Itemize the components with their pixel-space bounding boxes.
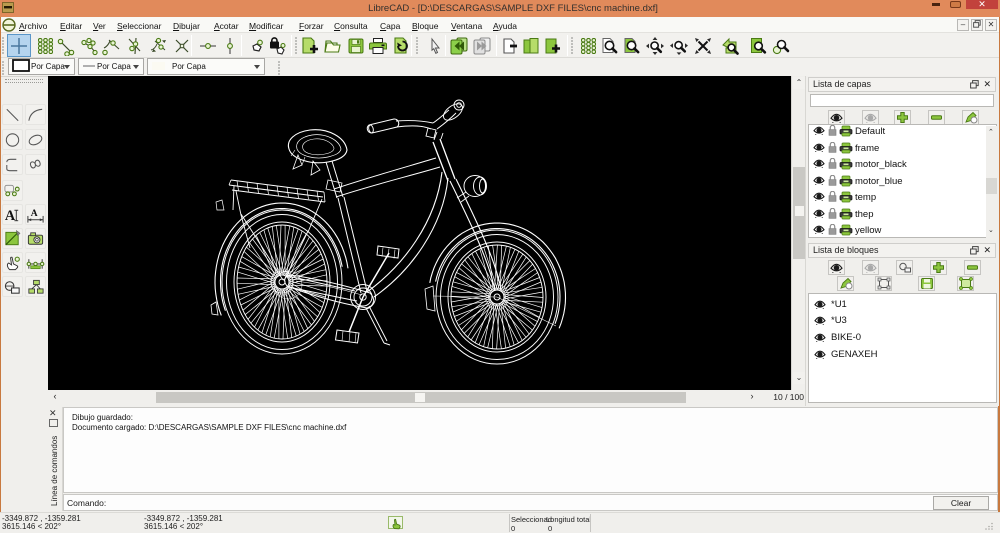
svg-text:A: A bbox=[31, 208, 38, 218]
svg-text:A: A bbox=[5, 207, 16, 223]
